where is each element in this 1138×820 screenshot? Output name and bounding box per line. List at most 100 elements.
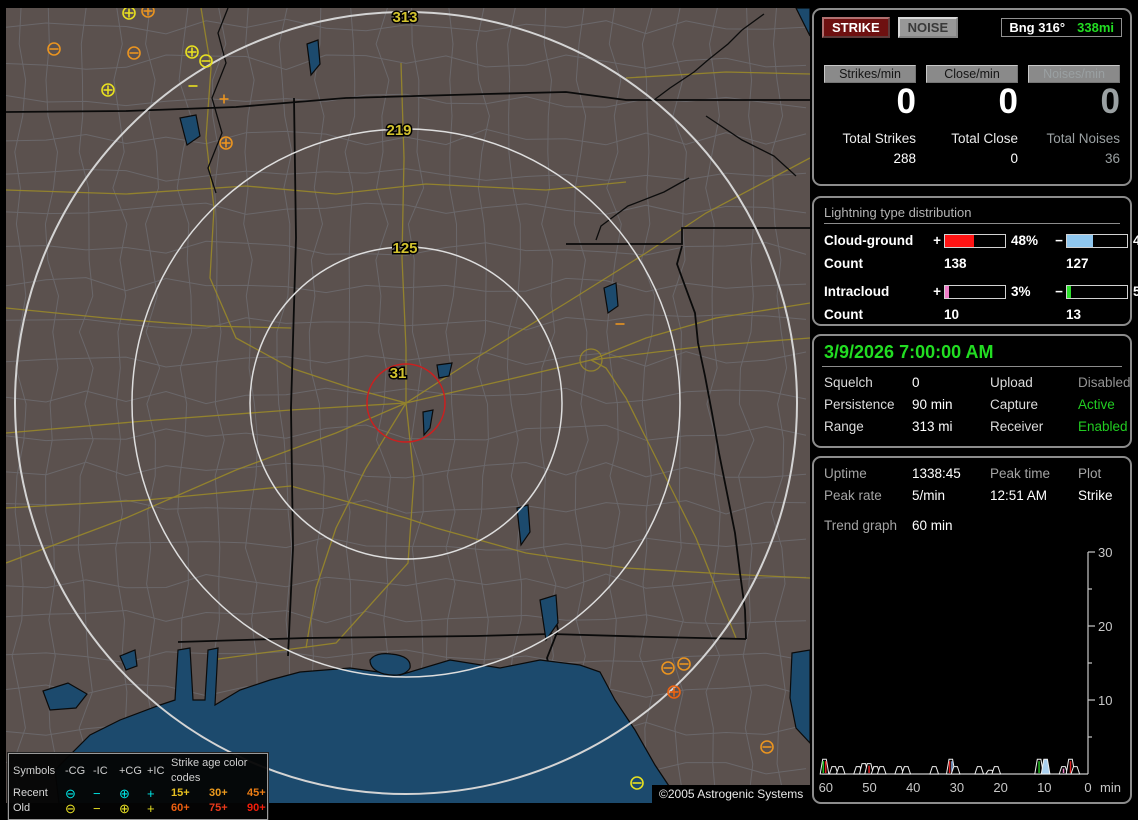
svg-text:30: 30	[1098, 545, 1112, 560]
age-badge: 75+	[209, 802, 228, 814]
plot-label: Plot	[1078, 466, 1102, 481]
range-value: 313 mi	[912, 419, 953, 434]
intracloud-row: Intracloud + 3% − 5%	[824, 284, 1138, 299]
distribution-title: Lightning type distribution	[824, 205, 1120, 224]
legend-col-ic-pos: +IC	[147, 764, 165, 777]
upload-label: Upload	[990, 375, 1033, 390]
strikes-per-min-value: 0	[896, 82, 916, 121]
total-close-label: Total Close	[951, 131, 1018, 146]
ic-negative-count: 13	[1066, 307, 1082, 322]
ic-plus-recent-icon: +	[147, 786, 155, 801]
strike-symbol-cg_plus	[101, 83, 115, 97]
ic-positive-bar	[944, 284, 1006, 299]
ic-plus-old-icon: +	[147, 801, 155, 816]
count-label: Count	[824, 256, 863, 271]
persistence-label: Persistence	[824, 397, 895, 412]
svg-text:min: min	[1100, 780, 1121, 795]
svg-text:10: 10	[1037, 780, 1051, 795]
cg-positive-bar	[944, 233, 1006, 248]
trend-axes	[822, 551, 1095, 775]
cg-positive-count: 138	[944, 256, 967, 271]
svg-text:©2005 Astrogenic Systems: ©2005 Astrogenic Systems	[659, 787, 803, 801]
peak-rate-value: 5/min	[912, 488, 946, 503]
plot-value: Strike	[1078, 488, 1113, 503]
uptime-label: Uptime	[824, 466, 867, 481]
peak-time-value: 12:51 AM	[990, 488, 1048, 503]
capture-value: Active	[1078, 397, 1115, 412]
ic-negative-bar	[1066, 284, 1128, 299]
ic-minus-old-icon: −	[93, 801, 101, 816]
age-badge: 45+	[247, 787, 266, 799]
total-close-value: 0	[1010, 151, 1018, 166]
legend-col-ic-neg: -IC	[93, 764, 108, 777]
ic-positive-pct: 3%	[1011, 284, 1031, 299]
strike-symbol-cg_plus	[122, 8, 136, 20]
lightning-map[interactable]: 313 219 125 31 ©2005 Astrogenic Systems …	[6, 8, 810, 820]
svg-text:20: 20	[1098, 619, 1112, 634]
age-badge: 15+	[171, 787, 190, 799]
cg-negative-bar	[1066, 233, 1128, 248]
bearing-readout: Bng 316° 338mi	[1001, 18, 1122, 37]
legend-col-cg-neg: -CG	[65, 764, 86, 777]
total-strikes-value: 288	[893, 151, 916, 166]
legend-row-recent-label: Recent	[13, 787, 48, 799]
legend-row-old-label: Old	[13, 802, 31, 814]
total-strikes-label: Total Strikes	[842, 131, 916, 146]
trend-graph-label: Trend graph	[824, 518, 898, 533]
total-noises-value: 36	[1104, 151, 1120, 166]
noise-toggle-button[interactable]: NOISE	[897, 17, 959, 38]
noises-per-min-button[interactable]: Noises/min	[1028, 65, 1120, 83]
squelch-value: 0	[912, 375, 920, 390]
persistence-value: 90 min	[912, 397, 953, 412]
cg-minus-recent-icon: ⊖	[65, 786, 76, 801]
cg-plus-recent-icon: ⊕	[119, 786, 130, 801]
strikes-per-min-button[interactable]: Strikes/min	[824, 65, 916, 83]
ic-minus-recent-icon: −	[93, 786, 101, 801]
trend-graph: 30 20 10 60 50 40 30 20 10 0 min	[819, 545, 1121, 795]
bearing-range-value: 338mi	[1077, 20, 1114, 35]
peak-time-label: Peak time	[990, 466, 1051, 481]
bearing-value: Bng 316°	[1009, 20, 1066, 35]
uptime-value: 1338:45	[912, 466, 961, 481]
range-label: Range	[824, 419, 864, 434]
legend-col-cg-pos: +CG	[119, 764, 142, 777]
intracloud-count-row: Count 10 13	[824, 307, 1120, 322]
squelch-label: Squelch	[824, 375, 873, 390]
cloud-ground-label: Cloud-ground	[824, 233, 914, 248]
minus-sign: −	[1055, 284, 1063, 299]
cg-plus-old-icon: ⊕	[119, 801, 130, 816]
svg-text:50: 50	[862, 780, 876, 795]
svg-text:219: 219	[386, 122, 411, 139]
intracloud-label: Intracloud	[824, 284, 890, 299]
cloud-ground-row: Cloud-ground + 48% − 44%	[824, 233, 1138, 248]
counters-panel: STRIKE NOISE Bng 316° 338mi Strikes/min …	[812, 8, 1132, 186]
ic-positive-count: 10	[944, 307, 960, 322]
strike-symbol-cg_plus	[667, 685, 681, 699]
age-badge: 60+	[171, 802, 190, 814]
cg-positive-pct: 48%	[1011, 233, 1039, 248]
trend-series	[819, 758, 1081, 775]
status-panel: 3/9/2026 7:00:00 AM Squelch 0 Upload Dis…	[812, 334, 1132, 448]
strike-toggle-button[interactable]: STRIKE	[822, 17, 890, 38]
count-label: Count	[824, 307, 863, 322]
cg-negative-pct: 44%	[1133, 233, 1138, 248]
age-badge: 90+	[247, 802, 266, 814]
trend-panel: Uptime 1338:45 Peak time Plot Peak rate …	[812, 456, 1132, 804]
map-canvas[interactable]: 313 219 125 31 ©2005 Astrogenic Systems	[6, 8, 810, 803]
svg-text:60: 60	[819, 780, 833, 795]
receiver-value: Enabled	[1078, 419, 1128, 434]
receiver-label: Receiver	[990, 419, 1044, 434]
ic-negative-pct: 5%	[1133, 284, 1138, 299]
svg-text:30: 30	[950, 780, 964, 795]
strikes-counter: Strikes/min 0 Total Strikes 288	[824, 65, 916, 166]
datetime-display: 3/9/2026 7:00:00 AM	[824, 342, 994, 362]
legend-age-header: Strike age color codes	[171, 757, 248, 784]
svg-text:0: 0	[1084, 780, 1091, 795]
trend-tick-labels: 30 20 10 60 50 40 30 20 10 0 min	[819, 545, 1121, 795]
map-copyright: ©2005 Astrogenic Systems	[652, 785, 810, 803]
close-per-min-button[interactable]: Close/min	[926, 65, 1018, 83]
noises-counter: Noises/min 0 Total Noises 36	[1028, 65, 1120, 166]
distribution-panel: Lightning type distribution Cloud-ground…	[812, 196, 1138, 326]
strike-symbol-cg_plus	[219, 136, 233, 150]
svg-text:20: 20	[993, 780, 1007, 795]
